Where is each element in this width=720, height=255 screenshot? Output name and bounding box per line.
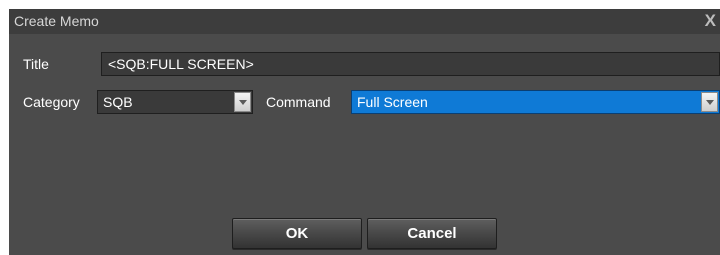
chevron-down-icon — [706, 100, 714, 105]
category-dropdown[interactable]: SQB — [97, 90, 253, 114]
cancel-button[interactable]: Cancel — [367, 218, 497, 249]
dialog-titlebar: Create Memo X — [9, 9, 720, 34]
dialog-title: Create Memo — [14, 13, 99, 29]
chevron-down-icon — [239, 100, 247, 105]
command-dropdown[interactable]: Full Screen — [351, 90, 720, 114]
command-label: Command — [266, 94, 331, 110]
close-icon[interactable]: X — [705, 11, 716, 31]
category-value: SQB — [103, 94, 133, 110]
category-label: Category — [23, 94, 80, 110]
title-label: Title — [23, 56, 49, 72]
category-dropdown-button[interactable] — [234, 92, 251, 112]
create-memo-dialog: Create Memo X Title <SQB:FULL SCREEN> Ca… — [9, 9, 720, 255]
title-field[interactable]: <SQB:FULL SCREEN> — [101, 52, 720, 76]
ok-button[interactable]: OK — [232, 218, 362, 249]
command-value: Full Screen — [357, 94, 428, 110]
command-dropdown-button[interactable] — [701, 92, 718, 112]
